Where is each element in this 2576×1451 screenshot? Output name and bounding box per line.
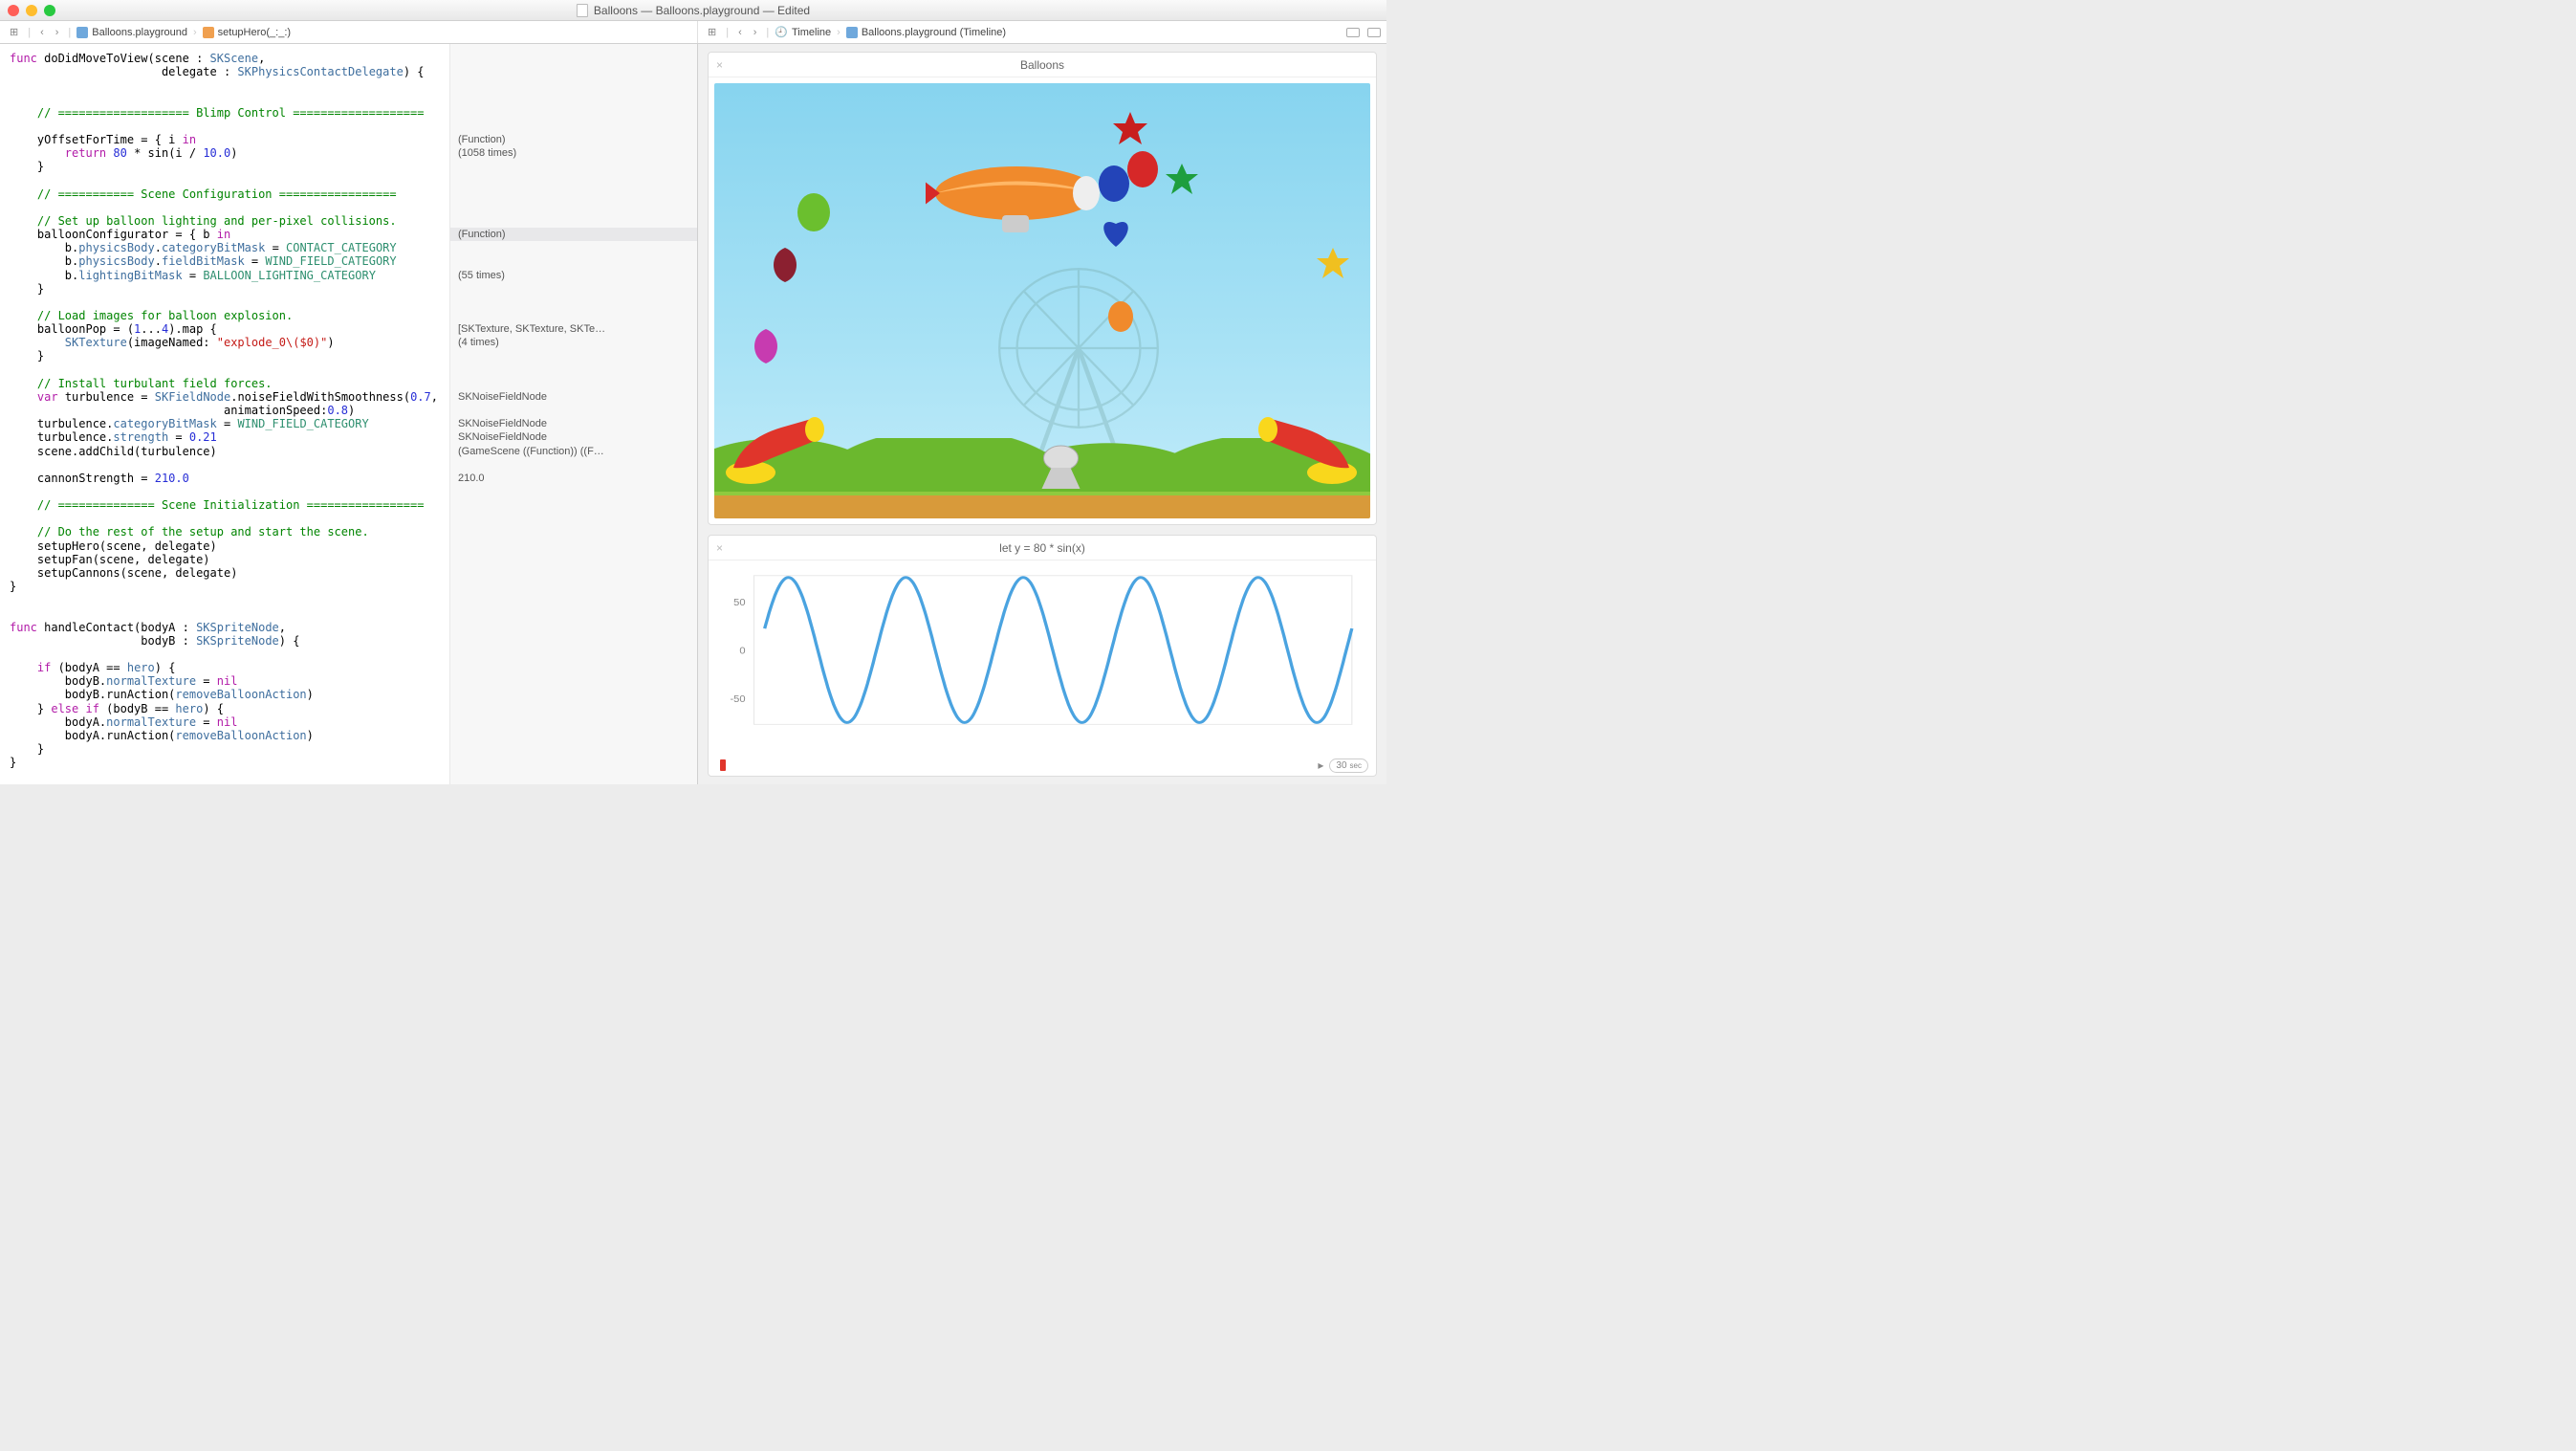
related-items-icon[interactable]: ⊞ xyxy=(6,25,22,39)
window-title-wrap: Balloons — Balloons.playground — Edited xyxy=(577,4,810,17)
cannon-right xyxy=(1254,410,1359,490)
result-row[interactable]: SKNoiseFieldNode xyxy=(458,430,691,444)
play-button[interactable]: ▸ xyxy=(1318,758,1323,772)
result-row[interactable]: (Function) xyxy=(458,133,691,146)
nav-back[interactable]: ‹ xyxy=(734,26,746,39)
crumb-timeline[interactable]: 🕘 Timeline xyxy=(775,26,831,38)
related-items-icon[interactable]: ⊞ xyxy=(704,25,720,39)
result-row[interactable]: (Function) xyxy=(450,228,697,241)
duration-field[interactable]: 30 sec xyxy=(1329,758,1368,773)
traffic-lights xyxy=(8,5,55,16)
balloon-orange xyxy=(1106,301,1135,336)
window-title: Balloons — Balloons.playground — Edited xyxy=(594,4,810,17)
document-icon xyxy=(577,4,588,17)
result-row[interactable]: (55 times) xyxy=(458,269,691,282)
result-row[interactable]: (1058 times) xyxy=(458,146,691,160)
svg-text:50: 50 xyxy=(733,598,746,607)
playground-icon xyxy=(76,27,88,38)
playground-icon xyxy=(846,27,858,38)
crumb-timeline-file[interactable]: Balloons.playground (Timeline) xyxy=(846,27,1006,38)
graph-panel: × let y = 80 * sin(x) 50 0 -50 ▸ 30 sec xyxy=(708,535,1377,777)
close-button[interactable] xyxy=(8,5,19,16)
panel-title: Balloons xyxy=(1020,58,1064,72)
chart-area: 50 0 -50 xyxy=(709,561,1376,755)
spotlight xyxy=(1033,439,1100,492)
crumb-symbol[interactable]: setupHero(_:_:) xyxy=(203,27,291,38)
balloon-red xyxy=(1125,150,1160,190)
crumb-file[interactable]: Balloons.playground xyxy=(76,27,187,38)
window-titlebar: Balloons — Balloons.playground — Edited xyxy=(0,0,1386,21)
balloon-maroon xyxy=(767,246,803,284)
nav-back[interactable]: ‹ xyxy=(36,26,48,39)
result-row[interactable]: SKNoiseFieldNode xyxy=(458,417,691,430)
jump-bar-right: ⊞ | ‹ › | 🕘 Timeline › Balloons.playgrou… xyxy=(698,21,1386,43)
view-toggle-1[interactable] xyxy=(1346,28,1360,37)
live-view-panel: × Balloons xyxy=(708,52,1377,525)
close-icon[interactable]: × xyxy=(716,541,723,555)
scene-view[interactable] xyxy=(714,83,1370,518)
close-icon[interactable]: × xyxy=(716,58,723,72)
result-row[interactable]: 210.0 xyxy=(458,472,691,485)
result-row[interactable]: SKNoiseFieldNode xyxy=(458,390,691,404)
minimize-button[interactable] xyxy=(26,5,37,16)
result-row[interactable]: [SKTexture, SKTexture, SKTe… xyxy=(458,322,691,336)
result-row[interactable]: (GameScene ((Function)) ((F… xyxy=(458,445,691,458)
jump-bar-left: ⊞ | ‹ › | Balloons.playground › setupHer… xyxy=(0,21,698,43)
blimp xyxy=(926,160,1107,246)
results-sidebar: (Function) (1058 times) (Function) (55 t… xyxy=(449,44,697,784)
star-yellow xyxy=(1315,246,1351,282)
svg-text:-50: -50 xyxy=(730,695,745,705)
clock-icon: 🕘 xyxy=(775,26,788,38)
svg-text:0: 0 xyxy=(739,647,745,656)
view-toggle-2[interactable] xyxy=(1367,28,1381,37)
balloon-magenta xyxy=(748,327,784,365)
cannon-left xyxy=(724,410,829,490)
panel-title: let y = 80 * sin(x) xyxy=(999,541,1085,555)
balloon-green xyxy=(796,193,832,236)
star-green xyxy=(1164,162,1200,198)
timeline-playhead[interactable] xyxy=(720,759,726,771)
balloon-heart xyxy=(1097,212,1135,249)
code-editor[interactable]: func doDidMoveToView(scene : SKScene, de… xyxy=(0,44,449,784)
nav-forward[interactable]: › xyxy=(750,26,761,39)
star-red xyxy=(1111,110,1149,148)
timeline-controls: ▸ 30 sec xyxy=(709,755,1376,776)
method-icon xyxy=(203,27,214,38)
nav-forward[interactable]: › xyxy=(52,26,63,39)
result-row[interactable]: (4 times) xyxy=(458,336,691,349)
maximize-button[interactable] xyxy=(44,5,55,16)
jump-bar: ⊞ | ‹ › | Balloons.playground › setupHer… xyxy=(0,21,1386,44)
